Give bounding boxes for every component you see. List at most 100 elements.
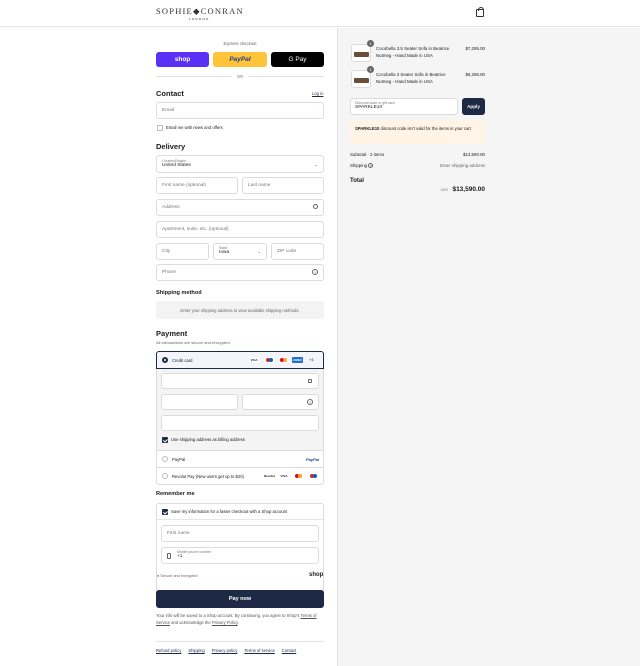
- legal-part1: Your info will be saved to a Shop accoun…: [156, 613, 300, 618]
- shipping-label: Shipping: [350, 163, 368, 168]
- news-checkbox[interactable]: [157, 125, 163, 131]
- phone-placeholder: Phone: [162, 270, 176, 275]
- item-name: Cocobella 3.5 Seater Sofa in Beatrice Nu…: [376, 46, 450, 58]
- express-label: Express checkout: [223, 41, 257, 46]
- quantity-badge: 1: [367, 66, 374, 73]
- alert-code: SPARKLE10: [355, 126, 380, 131]
- footer-divider: [156, 641, 324, 642]
- save-info-checkbox[interactable]: [162, 509, 168, 515]
- maestro-icon: [264, 357, 274, 363]
- remember-first-name-field[interactable]: First name: [161, 525, 319, 542]
- product-image: [351, 70, 371, 88]
- paypal-radio[interactable]: [162, 456, 168, 462]
- credit-card-label: Credit card: [172, 358, 193, 363]
- address-field[interactable]: Address: [156, 199, 324, 216]
- total-value: $13,590.00: [452, 186, 485, 193]
- shipping-link[interactable]: Shipping: [188, 648, 204, 653]
- paypal-button[interactable]: PayPal: [213, 52, 267, 67]
- shipping-row-label: Shipping ?: [350, 163, 374, 169]
- last-name-field[interactable]: Last name: [242, 177, 324, 194]
- revolut-radio[interactable]: [162, 473, 168, 479]
- brand-sub: LONDON: [188, 17, 210, 21]
- terms-link[interactable]: Terms of service: [244, 648, 274, 653]
- help-icon[interactable]: ?: [312, 269, 318, 275]
- payment-secure-note: All transactions are secure and encrypte…: [156, 340, 231, 345]
- paypal-label: PayPal: [172, 457, 186, 462]
- brand-logo[interactable]: SOPHIE◆CONRAN LONDON: [156, 6, 244, 21]
- remember-secure-label: Secure and encrypted: [160, 574, 198, 578]
- total-row: USD $13,590.00: [428, 178, 485, 196]
- help-icon[interactable]: ?: [368, 163, 374, 169]
- phone-field[interactable]: Phone ?: [156, 264, 324, 281]
- credit-card-option[interactable]: Credit card VISA AMEX +4: [156, 351, 324, 369]
- name-on-card-field[interactable]: [161, 415, 319, 431]
- shipping-method-note: Enter your shipping address to view avai…: [156, 301, 324, 319]
- state-select[interactable]: State Iowa ⌄: [213, 243, 267, 260]
- apartment-field[interactable]: Apartment, suite, etc. (optional): [156, 221, 324, 238]
- help-icon[interactable]: ?: [307, 399, 313, 405]
- cart-bag-icon[interactable]: [476, 7, 484, 17]
- country-value: United States: [162, 163, 191, 168]
- footer-links: Refund policy Shipping Privacy policy Terms…: [156, 648, 303, 653]
- privacy-policy-link[interactable]: Privacy policy: [212, 648, 238, 653]
- visa-icon: VISA: [279, 473, 289, 479]
- subtotal-value: $13,590.00: [463, 152, 485, 157]
- product-image: [351, 44, 371, 62]
- mobile-prefix: +1: [177, 554, 183, 559]
- billing-checkbox[interactable]: [162, 437, 168, 443]
- remember-title: Remember me: [156, 491, 195, 497]
- city-field[interactable]: City: [156, 243, 209, 260]
- mastercard-icon: [278, 357, 288, 363]
- discount-field[interactable]: Discount code or gift card SPARKLE10: [350, 98, 458, 115]
- shop-pay-button[interactable]: shop: [156, 52, 209, 67]
- search-icon: [313, 204, 318, 209]
- shipping-value: Enter shipping address: [440, 163, 485, 168]
- legal-text: Your info will be saved to a Shop accoun…: [156, 613, 324, 626]
- revolut-label: Revolut Pay (New users get up to $20): [172, 474, 244, 479]
- security-code-field[interactable]: ?: [242, 394, 319, 410]
- brand-name: SOPHIE◆CONRAN: [156, 6, 244, 16]
- email-field[interactable]: Email: [156, 102, 324, 119]
- legal-part3: .: [237, 619, 239, 625]
- order-summary: 1 Cocobella 3.5 Seater Sofa in Beatrice …: [337, 28, 640, 666]
- shop-logo: shop: [309, 572, 324, 578]
- revolut-logo: Revolut: [264, 474, 276, 478]
- zip-field[interactable]: ZIP code: [271, 243, 324, 260]
- item-price: $6,295.00: [465, 72, 485, 77]
- revolut-option[interactable]: Revolut Pay (New users get up to $20) Re…: [156, 468, 324, 485]
- news-label: Email me with news and offers: [166, 125, 223, 130]
- currency-label: USD: [440, 188, 448, 192]
- total-label: Total: [350, 178, 364, 184]
- paypal-option[interactable]: PayPal PayPal: [156, 451, 324, 468]
- visa-icon: VISA: [249, 357, 259, 363]
- apply-button[interactable]: Apply: [462, 98, 485, 115]
- checkout-form: Express checkout shop PayPal G Pay OR Co…: [0, 28, 336, 666]
- pay-now-button[interactable]: Pay now: [156, 590, 324, 608]
- mastercard-icon: [293, 473, 303, 479]
- remember-panel: Save my information for a faster checkou…: [156, 503, 324, 593]
- mobile-icon: [167, 553, 171, 559]
- google-pay-button[interactable]: G Pay: [271, 52, 324, 67]
- divider: [157, 519, 323, 520]
- card-number-field[interactable]: [161, 373, 319, 389]
- first-name-field[interactable]: First name (optional): [156, 177, 238, 194]
- expiration-field[interactable]: [161, 394, 238, 410]
- address-placeholder: Address: [162, 205, 180, 210]
- login-link[interactable]: Log in: [312, 91, 323, 96]
- alert-text: discount code isn’t valid for the items …: [379, 126, 471, 131]
- mobile-phone-field[interactable]: Mobile phone number +1: [161, 547, 319, 564]
- delivery-title: Delivery: [156, 142, 186, 151]
- discount-error-alert: SPARKLE10 discount code isn’t valid for …: [350, 120, 485, 144]
- item-price: $7,295.00: [465, 46, 485, 51]
- credit-card-radio[interactable]: [162, 357, 168, 363]
- payment-title: Payment: [156, 329, 188, 338]
- contact-link[interactable]: Contact: [282, 648, 296, 653]
- refund-policy-link[interactable]: Refund policy: [156, 648, 181, 653]
- card-fields-panel: ? Use shipping address as billing addres…: [156, 369, 324, 451]
- country-select[interactable]: Country/Region United States ⌄: [156, 155, 324, 173]
- privacy-link[interactable]: Privacy Policy: [212, 620, 238, 625]
- state-value: Iowa: [219, 250, 230, 255]
- amex-icon: AMEX: [292, 357, 303, 363]
- remember-secure-note: ● Secure and encrypted: [157, 574, 198, 578]
- chevron-down-icon: ⌄: [314, 162, 318, 167]
